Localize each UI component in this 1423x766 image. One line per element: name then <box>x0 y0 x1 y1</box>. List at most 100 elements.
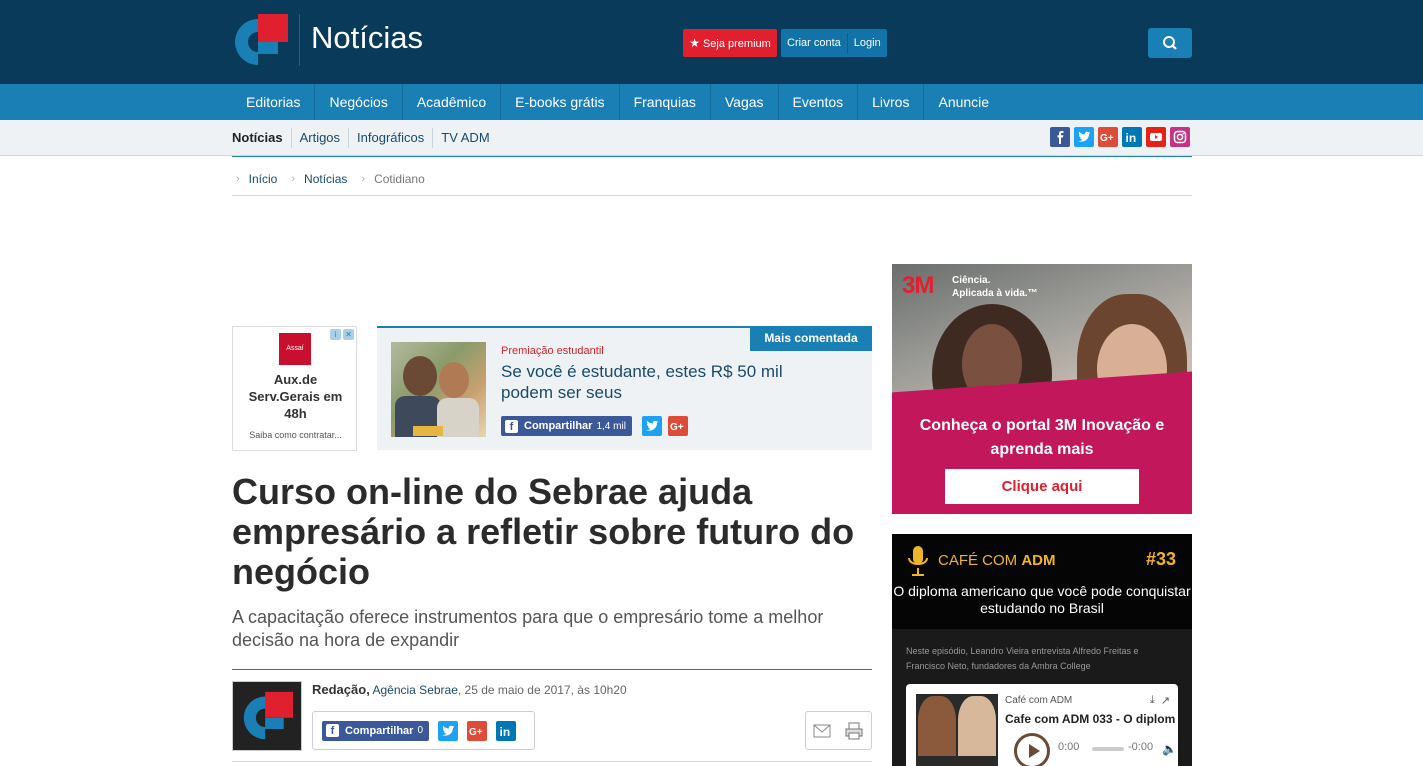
main-nav: Editorias Negócios Acadêmico E-books grá… <box>0 84 1423 120</box>
most-commented-tag: Mais comentada <box>750 326 872 351</box>
facebook-icon[interactable] <box>1050 127 1070 147</box>
youtube-icon[interactable] <box>1146 127 1166 147</box>
featured-thumbnail[interactable] <box>391 342 486 437</box>
play-button[interactable] <box>1014 733 1050 766</box>
podcast-brand-2: ADM <box>1021 552 1056 569</box>
subnav-item-noticias[interactable]: Notícias <box>232 128 292 148</box>
premium-button[interactable]: ★ Seja premium <box>683 29 777 57</box>
player-episode-title: Cafe com ADM 033 - O diploma americano <box>1005 712 1175 726</box>
article-date: , 25 de maio de 2017, às 10h20 <box>457 683 627 697</box>
chevron-right-icon: › <box>361 173 366 185</box>
login-button[interactable]: Login <box>848 29 887 57</box>
page: Notícias ★ Seja premium Criar conta Login… <box>0 0 1423 766</box>
adchoices-icon[interactable]: i <box>330 329 341 340</box>
article-subhead: A capacitação oferece instrumentos para … <box>232 607 824 650</box>
nav-item-eventos[interactable]: Eventos <box>779 84 859 120</box>
site-logo-icon <box>243 691 293 741</box>
featured-kicker: Premiação estudantil <box>501 345 604 357</box>
nav-item-editorias[interactable]: Editorias <box>232 84 316 120</box>
nav-item-franquias[interactable]: Franquias <box>620 84 711 120</box>
svg-text:G+: G+ <box>1100 133 1114 144</box>
featured-title[interactable]: Se você é estudante, estes R$ 50 mil pod… <box>501 361 821 403</box>
nav-item-livros[interactable]: Livros <box>858 84 925 120</box>
share-label: Compartilhar <box>345 724 414 737</box>
logo-divider <box>299 14 300 66</box>
print-icon[interactable] <box>844 721 864 741</box>
instagram-icon[interactable] <box>1170 127 1190 147</box>
search-icon <box>1163 36 1177 50</box>
svg-text:in: in <box>500 725 511 739</box>
subnav-item-tv-adm[interactable]: TV ADM <box>433 128 497 148</box>
ad-text[interactable]: Aux.de Serv.Gerais em 48h <box>237 371 354 422</box>
top-header: Notícias ★ Seja premium Criar conta Login <box>0 0 1423 84</box>
nav-item-academico[interactable]: Acadêmico <box>403 84 502 120</box>
chevron-right-icon: › <box>291 173 296 185</box>
progress-bar[interactable] <box>1092 747 1124 751</box>
google-plus-icon[interactable]: G+ <box>1098 127 1118 147</box>
star-icon: ★ <box>689 36 700 50</box>
nav-item-negocios[interactable]: Negócios <box>315 84 403 120</box>
linkedin-share-icon[interactable]: in <box>496 720 517 741</box>
most-commented-box: Mais comentada Premiação estudantil Se v… <box>377 326 872 450</box>
account-buttons: Criar conta Login <box>781 29 887 57</box>
article-share-box: f Compartilhar 0 G+ in <box>312 711 535 750</box>
facebook-icon: f <box>326 724 339 737</box>
subnav-item-infograficos[interactable]: Infográficos <box>349 128 434 148</box>
download-icon[interactable]: ⤓ <box>1150 694 1155 707</box>
3m-logo: 3M <box>902 272 934 299</box>
google-plus-share-icon[interactable]: G+ <box>667 416 688 436</box>
twitter-share-icon[interactable] <box>438 720 459 741</box>
episode-text: Neste episódio, Leandro Vieira entrevist… <box>906 646 1139 671</box>
nav-item-ebooks[interactable]: E-books grátis <box>501 84 620 120</box>
3m-ad-banner[interactable]: 3M Ciência. Aplicada à vida.™ Conheça o … <box>892 264 1192 514</box>
time-elapsed: 0:00 <box>1058 741 1080 753</box>
ad-choices[interactable]: i ✕ <box>330 329 354 340</box>
podcast-header: CAFÉ COM ADM #33 O diploma americano que… <box>892 534 1192 629</box>
search-button[interactable] <box>1148 28 1192 58</box>
breadcrumb-current: Cotidiano <box>374 172 425 186</box>
byline: Redação, Agência Sebrae, 25 de maio de 2… <box>312 682 627 697</box>
article-bottom-rule <box>232 761 872 762</box>
twitter-icon[interactable] <box>1074 127 1094 147</box>
facebook-share-button[interactable]: f Compartilhar 1,4 mil <box>501 416 632 436</box>
social-links: G+ in <box>1050 127 1190 147</box>
share-label: Compartilhar <box>524 420 593 432</box>
small-ad[interactable]: i ✕ Assaí Aux.de Serv.Gerais em 48h Saib… <box>232 326 357 451</box>
ad-subtext[interactable]: Saiba como contratar... <box>237 430 354 440</box>
site-logo[interactable] <box>232 14 288 66</box>
premium-label: Seja premium <box>702 38 771 50</box>
content-top-rule <box>232 156 1192 157</box>
3m-cta-button[interactable]: Clique aqui <box>945 469 1139 504</box>
create-account-button[interactable]: Criar conta <box>781 29 847 57</box>
site-title[interactable]: Notícias <box>311 20 423 56</box>
linkedin-icon[interactable]: in <box>1122 127 1142 147</box>
ad-logo: Assaí <box>279 333 311 365</box>
breadcrumb-inicio[interactable]: Início <box>249 172 278 186</box>
breadcrumb-noticias[interactable]: Notícias <box>304 172 347 186</box>
volume-icon[interactable]: 🔈 <box>1162 742 1177 756</box>
player-actions: ⤓ ↗ <box>1150 694 1170 707</box>
nav-item-vagas[interactable]: Vagas <box>711 84 779 120</box>
podcast-description: O diploma americano que você pode conqui… <box>893 583 1191 616</box>
nav-item-anuncie[interactable]: Anuncie <box>924 84 1003 120</box>
audio-player: Café com ADM ⤓ ↗ Cafe com ADM 033 - O di… <box>906 684 1178 766</box>
sub-nav: Notícias Artigos Infográficos TV ADM <box>0 120 1423 156</box>
email-icon[interactable] <box>813 724 831 738</box>
episode-artwork <box>916 694 998 766</box>
twitter-share-icon[interactable] <box>641 416 662 436</box>
agency-link[interactable]: Agência Sebrae <box>372 683 457 697</box>
author-avatar <box>232 681 302 751</box>
svg-text:G+: G+ <box>670 422 684 433</box>
facebook-share-button[interactable]: f Compartilhar 0 <box>322 720 430 741</box>
google-plus-share-icon[interactable]: G+ <box>467 720 488 741</box>
subnav-item-artigos[interactable]: Artigos <box>292 128 350 148</box>
svg-text:G+: G+ <box>469 727 483 738</box>
podcast-brand: CAFÉ COM ADM <box>938 552 1056 569</box>
share-count: 1,4 mil <box>596 420 626 432</box>
3m-tagline-line2: Aplicada à vida.™ <box>952 288 1038 299</box>
article-headline: Curso on-line do Sebrae ajuda empresário… <box>232 471 855 592</box>
microphone-icon <box>908 546 928 576</box>
close-icon[interactable]: ✕ <box>343 329 354 340</box>
podcast-brand-1: CAFÉ COM <box>938 552 1018 569</box>
share-icon[interactable]: ↗ <box>1161 694 1170 707</box>
